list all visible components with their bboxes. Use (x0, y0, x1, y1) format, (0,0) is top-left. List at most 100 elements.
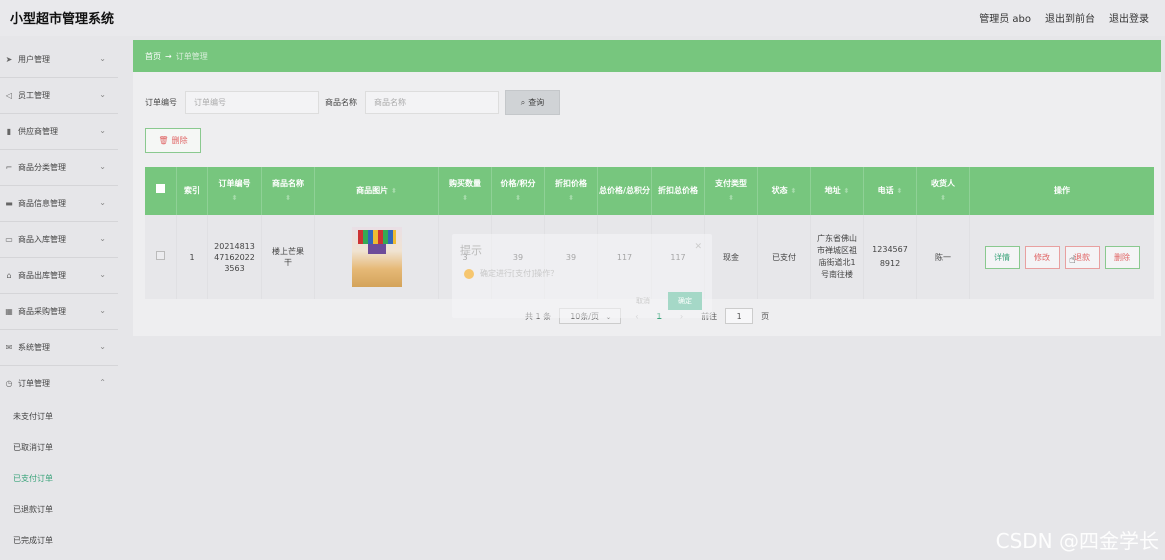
row-checkbox[interactable] (156, 251, 165, 260)
front-link[interactable]: 退出到前台 (1045, 10, 1095, 25)
grid-icon: ▦ (5, 307, 13, 316)
cell-pay-type: 现金 (704, 215, 758, 299)
batch-delete-label: 删除 (171, 136, 188, 145)
th-pay-type[interactable]: 支付类型 ⬍ (704, 167, 758, 215)
sidebar-item-orders[interactable]: ◷ 订单管理 ⌃ (0, 366, 118, 401)
sidebar-item-product[interactable]: ▬ 商品信息管理 ⌄ (0, 186, 118, 222)
th-product-image[interactable]: 商品图片 ⬍ (314, 167, 439, 215)
th-product-name[interactable]: 商品名称 ⬍ (261, 167, 315, 215)
cell-phone: 12345678912 (863, 215, 917, 299)
chevron-down-icon: ⌄ (99, 90, 106, 99)
warning-icon (464, 268, 474, 279)
detail-button[interactable]: 详情 (984, 245, 1020, 269)
message-icon: ✉ (5, 343, 13, 352)
batch-delete-button[interactable]: 🗑 删除 (145, 128, 201, 153)
chevron-down-icon: ⌄ (99, 342, 106, 351)
sort-icon[interactable]: ⬍ (728, 194, 734, 202)
sidebar-item-supplier[interactable]: ▮ 供应商管理 ⌄ (0, 114, 118, 150)
cell-index: 1 (176, 215, 208, 299)
goto-input[interactable]: 1 (725, 308, 754, 324)
sidebar-item-label: 商品信息管理 (18, 199, 66, 208)
logout-link[interactable]: 退出登录 (1109, 10, 1149, 25)
select-all-cell[interactable] (145, 167, 177, 215)
product-name-label: 商品名称 (325, 98, 357, 107)
sidebar-item-label: 员工管理 (18, 91, 50, 100)
sort-icon[interactable]: ⬍ (391, 187, 397, 195)
sidebar-item-stock-in[interactable]: ▭ 商品入库管理 ⌄ (0, 222, 118, 258)
sidebar-item-system[interactable]: ✉ 系统管理 ⌄ (0, 330, 118, 366)
close-icon[interactable]: ✕ (694, 242, 702, 252)
query-button[interactable]: ⌕ 查询 (505, 90, 560, 115)
search-icon: ⌕ (520, 97, 526, 107)
th-order-no[interactable]: 订单编号 ⬍ (207, 167, 262, 215)
th-price[interactable]: 价格/积分 ⬍ (491, 167, 545, 215)
order-no-label: 订单编号 (145, 98, 177, 107)
chevron-up-icon: ⌃ (99, 378, 106, 387)
th-phone[interactable]: 电话 ⬍ (863, 167, 917, 215)
sort-icon[interactable]: ⬍ (940, 194, 946, 202)
breadcrumb-current: 订单管理 (175, 51, 208, 61)
dialog-cancel-button[interactable]: 取消 (628, 292, 658, 310)
sort-icon[interactable]: ⬍ (232, 194, 238, 202)
admin-user[interactable]: 管理员 abo (979, 10, 1031, 25)
confirm-dialog: 提示 ✕ 确定进行[支付]操作？ 取消 确定 (452, 234, 712, 318)
sort-icon[interactable]: ⬍ (568, 194, 574, 202)
sort-icon[interactable]: ⬍ (285, 194, 291, 202)
th-address[interactable]: 地址 ⬍ (810, 167, 864, 215)
select-all-checkbox[interactable] (156, 184, 165, 193)
sidebar-sub-paid[interactable]: 已支付订单 (0, 463, 118, 494)
chevron-down-icon: ⌄ (99, 270, 106, 279)
th-total[interactable]: 总价格/总积分 (597, 167, 652, 215)
sort-icon[interactable]: ⬍ (896, 187, 902, 195)
sort-icon[interactable]: ⬍ (843, 187, 849, 195)
chevron-down-icon: ⌄ (99, 198, 106, 207)
th-quantity[interactable]: 购买数量 ⬍ (438, 167, 492, 215)
breadcrumb-home[interactable]: 首页 (145, 51, 161, 62)
sidebar: ➤ 用户管理 ⌄ ◁ 员工管理 ⌄ ▮ 供应商管理 ⌄ ⌐ 商品分类管理 ⌄ ▬ 商品信息管理 ⌄ … (0, 42, 118, 556)
cell-status: 已支付 (757, 215, 811, 299)
search-row: 订单编号 订单编号 商品名称 商品名称 ⌕ 查询 (145, 90, 560, 115)
th-discount-total[interactable]: 折扣总价格 (651, 167, 705, 215)
dialog-confirm-button[interactable]: 确定 (668, 292, 702, 310)
sidebar-sub-cancelled[interactable]: 已取消订单 (0, 432, 118, 463)
sort-icon[interactable]: ⬍ (790, 187, 796, 195)
cell-product-name: 楼上芒果干 (261, 215, 315, 299)
product-image[interactable] (351, 227, 402, 287)
th-receiver[interactable]: 收货人 ⬍ (916, 167, 970, 215)
chevron-down-icon: ⌄ (99, 126, 106, 135)
bank-icon: ⌂ (6, 271, 12, 280)
sidebar-item-staff[interactable]: ◁ 员工管理 ⌄ (0, 78, 118, 114)
sidebar-item-category[interactable]: ⌐ 商品分类管理 ⌄ (0, 150, 118, 186)
sort-icon[interactable]: ⬍ (515, 194, 521, 202)
th-status[interactable]: 状态 ⬍ (757, 167, 811, 215)
clock-icon: ◷ (5, 379, 13, 388)
app-title: 小型超市管理系统 (10, 12, 115, 27)
sidebar-sub-refunded[interactable]: 已退款订单 (0, 494, 118, 525)
order-no-input[interactable]: 订单编号 (185, 91, 319, 114)
printer-icon: ▭ (5, 235, 13, 244)
chevron-down-icon: ⌄ (99, 162, 106, 171)
sidebar-item-purchase[interactable]: ▦ 商品采购管理 ⌄ (0, 294, 118, 330)
product-name-input[interactable]: 商品名称 (365, 91, 499, 114)
dialog-title: 提示 (460, 244, 482, 257)
sidebar-sub-unpaid[interactable]: 未支付订单 (0, 401, 118, 432)
sidebar-item-label: 商品采购管理 (18, 307, 66, 316)
th-discount-price[interactable]: 折扣价格 ⬍ (544, 167, 598, 215)
sidebar-sub-completed[interactable]: 已完成订单 (0, 525, 118, 556)
delete-button[interactable]: 删除 (1104, 245, 1140, 269)
trash-icon: 🗑 (158, 136, 169, 145)
sidebar-item-label: 商品出库管理 (18, 271, 66, 280)
edit-button[interactable]: 修改 (1024, 245, 1060, 269)
sidebar-item-label: 用户管理 (18, 55, 50, 64)
breadcrumb-arrow: → (165, 51, 172, 61)
dialog-message-row: 确定进行[支付]操作？ (464, 268, 558, 279)
row-select-cell[interactable] (145, 215, 177, 299)
sidebar-item-users[interactable]: ➤ 用户管理 ⌄ (0, 42, 118, 78)
chevron-down-icon: ⌄ (99, 234, 106, 243)
sidebar-item-label: 商品入库管理 (18, 235, 66, 244)
sort-icon[interactable]: ⬍ (462, 194, 468, 202)
mouse-cursor-icon: ☝ (1069, 253, 1076, 266)
cell-order-no: 20214813471620223563 (207, 215, 262, 299)
sidebar-item-stock-out[interactable]: ⌂ 商品出库管理 ⌄ (0, 258, 118, 294)
chat-icon: ▬ (5, 199, 13, 208)
